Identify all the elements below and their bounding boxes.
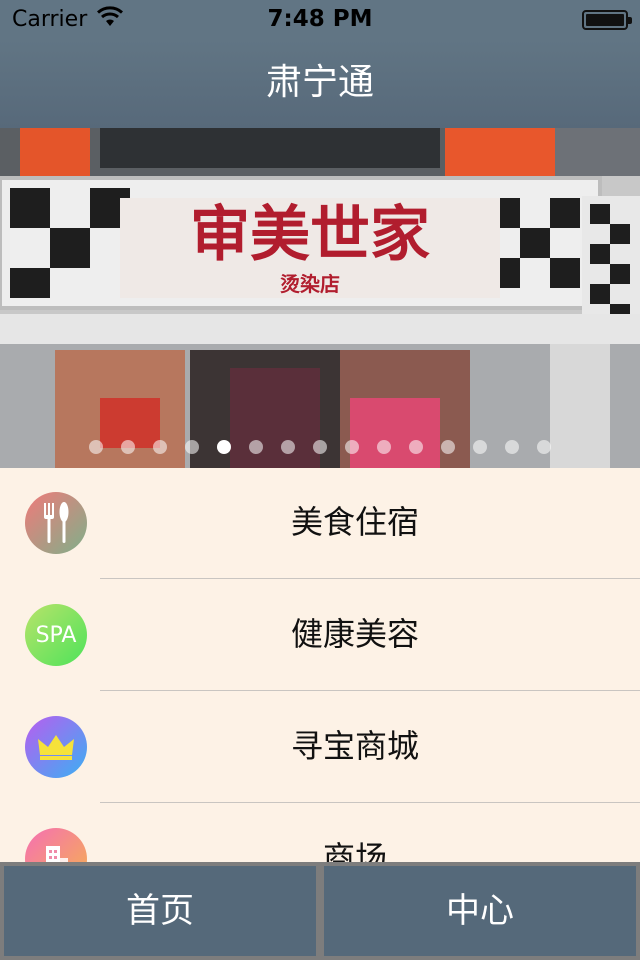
tab-home[interactable]: 首页 [4,866,316,956]
divider [100,802,640,803]
sign-subtext: 烫染店 [280,272,340,296]
tab-center-label: 中心 [446,891,514,931]
navigation-bar: 肃宁通 [0,40,640,128]
tab-home-label: 首页 [126,891,194,931]
page-dot[interactable] [377,440,391,454]
page-dot[interactable] [441,440,455,454]
page-dot[interactable] [89,440,103,454]
list-item-label: 健康美容 [290,615,419,653]
crown-icon [25,716,87,778]
storefront-photo: 审美世家 烫染店 [0,128,640,468]
page-dot[interactable] [313,440,327,454]
page-dot[interactable] [185,440,199,454]
list-item-mall[interactable]: 商场 [0,804,640,864]
page-dot[interactable] [505,440,519,454]
status-time: 7:48 PM [267,6,373,32]
page-dot[interactable] [409,440,423,454]
tab-center[interactable]: 中心 [324,866,636,956]
list-item-health-beauty[interactable]: SPA 健康美容 [0,580,640,692]
banner-carousel[interactable]: 审美世家 烫染店 [0,128,640,468]
page-dot[interactable] [473,440,487,454]
divider [100,578,640,579]
page-dot[interactable] [121,440,135,454]
page-dot[interactable] [153,440,167,454]
status-bar: Carrier 7:48 PM [0,0,640,40]
page-dot[interactable] [537,440,551,454]
fork-knife-icon [25,492,87,554]
list-item-label: 商场 [322,839,387,864]
page-title: 肃宁通 [265,62,374,103]
divider [100,690,640,691]
page-indicator[interactable] [0,440,640,454]
battery-icon [582,10,632,30]
list-item-treasure-mall[interactable]: 寻宝商城 [0,692,640,804]
tab-bar: 首页 中心 [0,862,640,960]
sign-text: 审美世家 [190,200,430,270]
page-dot[interactable] [345,440,359,454]
list-item-label: 美食住宿 [290,503,419,541]
list-item-label: 寻宝商城 [290,727,419,765]
list-item-food-lodging[interactable]: 美食住宿 [0,468,640,580]
building-icon [25,828,87,864]
page-dot[interactable] [249,440,263,454]
page-dot[interactable] [281,440,295,454]
category-list: 美食住宿 SPA 健康美容 寻宝商城 商场 [0,468,640,864]
spa-icon: SPA [25,604,87,666]
page-dot[interactable] [217,440,231,454]
